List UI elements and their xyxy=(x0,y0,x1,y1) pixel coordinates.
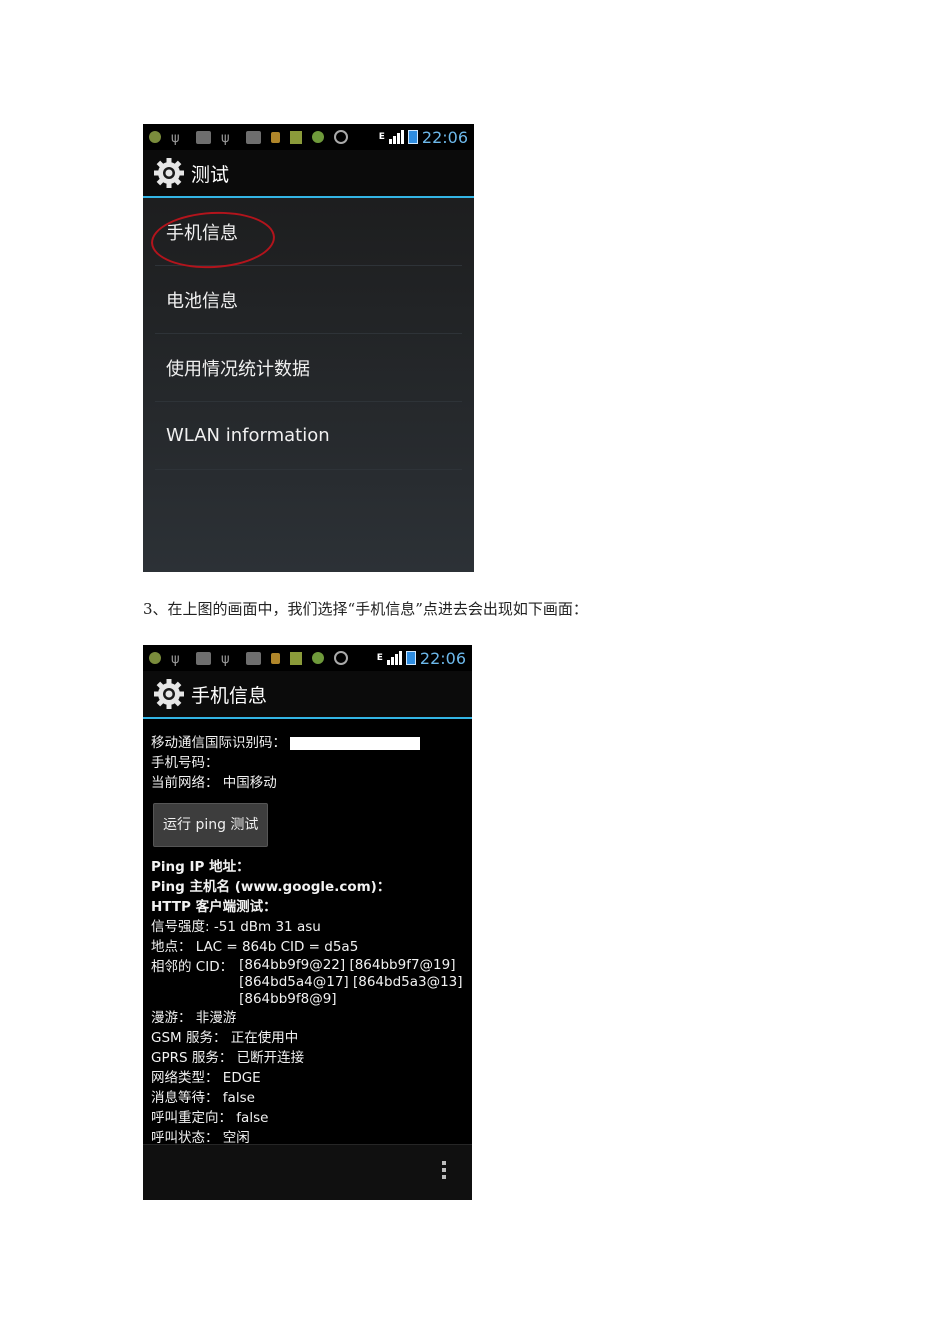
current-network-value: 中国移动 xyxy=(222,775,277,791)
status-time: 22:06 xyxy=(421,127,468,147)
run-ping-test-button[interactable]: 运行 ping 测试 xyxy=(153,803,269,847)
status-bar: ψ ψ E 22:06 xyxy=(143,645,472,671)
roaming-value: 非漫游 xyxy=(195,1010,237,1026)
current-network-row: 当前网络： 中国移动 xyxy=(151,773,464,793)
imei-label: 移动通信国际识别码： xyxy=(151,735,286,751)
signal-icon xyxy=(386,651,402,665)
signal-strength-value: -51 dBm 31 asu xyxy=(213,919,321,935)
usb-icon: ψ xyxy=(221,651,230,667)
http-test-label: HTTP 客户端测试： xyxy=(151,899,277,915)
overflow-menu-icon[interactable] xyxy=(442,1161,448,1179)
neighbor-cid-line: [864bb9f8@9] xyxy=(239,991,337,1007)
ping-host-label: Ping 主机名 (www.google.com)： xyxy=(151,879,391,895)
chat-icon xyxy=(312,131,324,143)
clipboard-icon xyxy=(290,651,302,665)
gsm-service-label: GSM 服务： xyxy=(151,1030,227,1046)
ping-ip-label: Ping IP 地址： xyxy=(151,859,250,875)
neighbor-cid-label: 相邻的 CID： xyxy=(151,959,234,975)
location-value: LAC = 864b CID = d5a5 xyxy=(195,939,359,955)
roaming-label: 漫游： xyxy=(151,1010,192,1026)
action-bar: 测试 xyxy=(143,150,474,198)
phone-screenshot-test-menu: ψ ψ E 22:06 测试 手机信息 电池信息 使用情况统计数据 WLAN i… xyxy=(143,124,474,572)
page-title: 测试 xyxy=(191,163,230,186)
image-icon xyxy=(246,651,261,665)
battery-icon xyxy=(405,651,416,665)
menu-item-label: WLAN information xyxy=(166,425,330,446)
instruction-caption: 3、在上图的画面中，我们选择“手机信息”点进去会出现如下画面： xyxy=(143,600,588,618)
network-type-label: 网络类型： xyxy=(151,1070,219,1086)
menu-item-phone-info[interactable]: 手机信息 xyxy=(149,198,462,272)
current-network-label: 当前网络： xyxy=(151,775,219,791)
app-notification-icon xyxy=(149,652,161,664)
network-type-row: 网络类型： EDGE xyxy=(151,1068,464,1088)
menu-item-usage-stats[interactable]: 使用情况统计数据 xyxy=(155,334,462,402)
app-notification-icon xyxy=(149,131,161,143)
phone-screenshot-phone-info: ψ ψ E 22:06 手机信息 移动通信国际识别码： 手机号码： 当前网络： … xyxy=(143,645,472,1200)
redacted-value xyxy=(290,736,420,750)
chat-icon xyxy=(312,652,324,664)
battery-icon xyxy=(407,130,418,144)
status-time: 22:06 xyxy=(419,648,466,668)
lock-icon xyxy=(271,652,280,664)
phone-number-label: 手机号码： xyxy=(151,755,219,771)
menu-item-wlan-information[interactable]: WLAN information xyxy=(155,402,462,470)
android-debug-icon xyxy=(196,130,211,144)
call-redirect-label: 呼叫重定向： xyxy=(151,1110,232,1126)
ping-ip-row: Ping IP 地址： xyxy=(151,857,464,877)
status-bar: ψ ψ E 22:06 xyxy=(143,124,474,150)
message-waiting-row: 消息等待： false xyxy=(151,1088,464,1108)
signal-strength-label: 信号强度: xyxy=(151,919,210,935)
network-type-value: EDGE xyxy=(222,1070,261,1086)
gprs-service-row: GPRS 服务： 已断开连接 xyxy=(151,1048,464,1068)
location-label: 地点： xyxy=(151,939,192,955)
phone-info-content[interactable]: 移动通信国际识别码： 手机号码： 当前网络： 中国移动 运行 ping 测试 P… xyxy=(143,719,472,1151)
roaming-row: 漫游： 非漫游 xyxy=(151,1008,464,1028)
test-menu-list: 手机信息 电池信息 使用情况统计数据 WLAN information xyxy=(143,198,474,470)
gsm-service-value: 正在使用中 xyxy=(230,1030,299,1046)
alarm-icon xyxy=(334,130,348,144)
message-waiting-value: false xyxy=(222,1090,255,1106)
call-redirect-value: false xyxy=(236,1110,269,1126)
usb-icon: ψ xyxy=(171,130,180,146)
usb-icon: ψ xyxy=(221,130,230,146)
usb-icon: ψ xyxy=(171,651,180,667)
network-type-label: E xyxy=(376,653,383,663)
menu-item-label: 电池信息 xyxy=(166,290,238,312)
network-type-label: E xyxy=(378,132,385,142)
lock-icon xyxy=(271,131,280,143)
image-icon xyxy=(246,130,261,144)
http-test-row: HTTP 客户端测试： xyxy=(151,897,464,917)
bottom-action-bar xyxy=(143,1144,472,1200)
menu-item-battery-info[interactable]: 电池信息 xyxy=(155,266,462,334)
gsm-service-row: GSM 服务： 正在使用中 xyxy=(151,1028,464,1048)
neighbor-cid-line: [864bb9f9@22] [864bb9f7@19] xyxy=(239,957,456,973)
neighbor-cid-line: [864bd5a4@17] [864bd5a3@13] xyxy=(239,974,463,990)
gprs-service-value: 已断开连接 xyxy=(236,1050,305,1066)
page-title: 手机信息 xyxy=(191,684,268,707)
android-debug-icon xyxy=(196,651,211,665)
imei-row: 移动通信国际识别码： xyxy=(151,733,464,753)
action-bar: 手机信息 xyxy=(143,671,472,719)
gear-icon xyxy=(154,158,184,188)
call-redirect-row: 呼叫重定向： false xyxy=(151,1108,464,1128)
ping-host-row: Ping 主机名 (www.google.com)： xyxy=(151,877,464,897)
neighbor-cid-values: [864bb9f9@22] [864bb9f7@19] [864bd5a4@17… xyxy=(233,957,462,1008)
menu-item-label: 使用情况统计数据 xyxy=(166,358,310,380)
alarm-icon xyxy=(334,651,348,665)
location-row: 地点： LAC = 864b CID = d5a5 xyxy=(151,937,464,957)
neighbor-cid-row: 相邻的 CID： [864bb9f9@22] [864bb9f7@19] [86… xyxy=(151,957,464,1008)
clipboard-icon xyxy=(290,130,302,144)
signal-icon xyxy=(388,130,404,144)
phone-number-row: 手机号码： xyxy=(151,753,464,773)
gear-icon xyxy=(154,679,184,709)
signal-strength-row: 信号强度: -51 dBm 31 asu xyxy=(151,917,464,937)
gprs-service-label: GPRS 服务： xyxy=(151,1050,233,1066)
message-waiting-label: 消息等待： xyxy=(151,1090,219,1106)
